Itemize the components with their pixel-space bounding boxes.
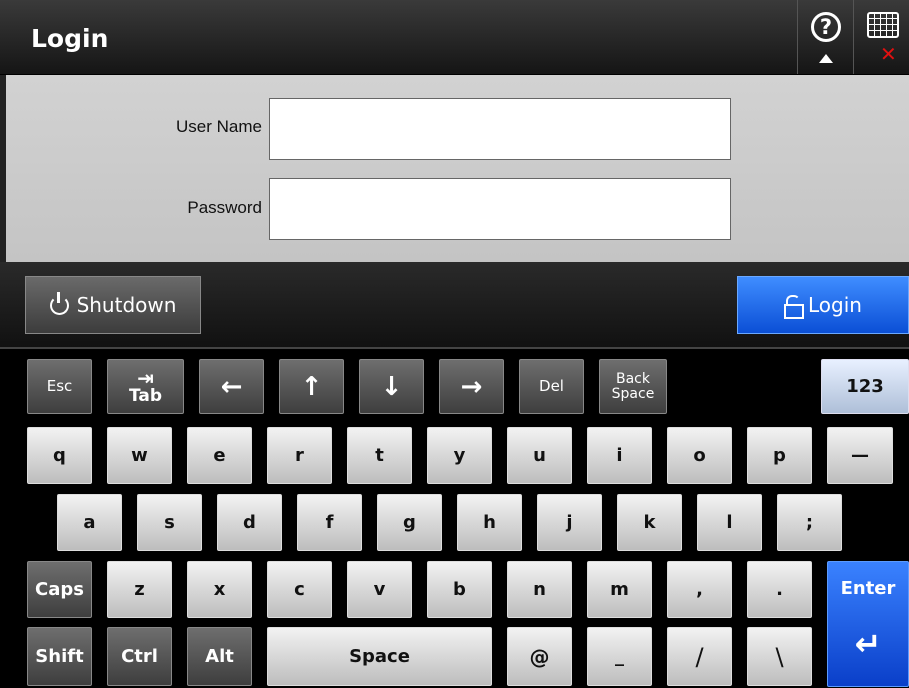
power-icon <box>49 291 69 315</box>
key-letter[interactable]: v <box>347 561 412 618</box>
login-button[interactable]: Login <box>737 276 909 334</box>
key-letter[interactable]: n <box>507 561 572 618</box>
key-underscore[interactable]: _ <box>587 627 652 686</box>
key-numeric-mode[interactable]: 123 <box>821 359 909 414</box>
key-letter[interactable]: h <box>457 494 522 551</box>
key-letter[interactable]: w <box>107 427 172 484</box>
unlock-icon <box>784 295 805 319</box>
key-at[interactable]: @ <box>507 627 572 686</box>
keyboard-icon <box>867 12 899 38</box>
title-bar: Login ? ✕ <box>0 0 909 75</box>
key-caps-lock[interactable]: Caps <box>27 561 92 618</box>
password-input[interactable] <box>269 178 731 240</box>
key-letter[interactable]: b <box>427 561 492 618</box>
key-dash[interactable]: — <box>827 427 893 484</box>
key-letter[interactable]: x <box>187 561 252 618</box>
help-icon: ? <box>811 12 841 42</box>
key-arrow-right[interactable]: → <box>439 359 504 414</box>
key-letter[interactable]: r <box>267 427 332 484</box>
key-letter[interactable]: m <box>587 561 652 618</box>
key-enter[interactable]: Enter ↵ <box>827 561 909 687</box>
key-delete[interactable]: Del <box>519 359 584 414</box>
key-slash[interactable]: / <box>667 627 732 686</box>
key-letter[interactable]: p <box>747 427 812 484</box>
key-alt[interactable]: Alt <box>187 627 252 686</box>
key-esc[interactable]: Esc <box>27 359 92 414</box>
key-letter[interactable]: k <box>617 494 682 551</box>
key-shift[interactable]: Shift <box>27 627 92 686</box>
return-arrow-icon: ↵ <box>854 625 882 663</box>
key-backspace[interactable]: Back Space <box>599 359 667 414</box>
key-arrow-up[interactable]: ↑ <box>279 359 344 414</box>
key-letter[interactable]: e <box>187 427 252 484</box>
key-arrow-down[interactable]: ↓ <box>359 359 424 414</box>
key-letter[interactable]: q <box>27 427 92 484</box>
keyboard-toggle-button[interactable]: ✕ <box>853 0 909 74</box>
key-tab[interactable]: ⇥ Tab <box>107 359 184 414</box>
key-letter[interactable]: a <box>57 494 122 551</box>
login-label: Login <box>808 293 862 317</box>
username-input[interactable] <box>269 98 731 160</box>
username-label: User Name <box>176 117 262 136</box>
help-button[interactable]: ? <box>797 0 853 74</box>
key-backspace-line2: Space <box>611 385 655 402</box>
key-letter[interactable]: d <box>217 494 282 551</box>
key-tab-label: Tab <box>128 386 163 406</box>
action-bar: Shutdown Login <box>0 262 909 347</box>
key-letter[interactable]: c <box>267 561 332 618</box>
key-letter[interactable]: l <box>697 494 762 551</box>
key-letter[interactable]: z <box>107 561 172 618</box>
key-letter[interactable]: i <box>587 427 652 484</box>
key-backspace-line1: Back <box>616 370 650 387</box>
password-label: Password <box>187 198 262 217</box>
shutdown-label: Shutdown <box>76 293 177 317</box>
key-period[interactable]: . <box>747 561 812 618</box>
key-comma[interactable]: , <box>667 561 732 618</box>
key-ctrl[interactable]: Ctrl <box>107 627 172 686</box>
page-title: Login <box>31 24 109 53</box>
key-arrow-left[interactable]: ← <box>199 359 264 414</box>
key-letter[interactable]: o <box>667 427 732 484</box>
expand-up-icon <box>819 54 833 63</box>
key-semicolon[interactable]: ; <box>777 494 842 551</box>
key-space[interactable]: Space <box>267 627 492 686</box>
on-screen-keyboard: Esc ⇥ Tab ← ↑ ↓ → Del Back Space 123 q w… <box>0 347 909 688</box>
login-form: User Name Password <box>0 75 909 262</box>
tab-arrow-icon: ⇥ <box>137 366 154 390</box>
close-x-icon: ✕ <box>880 42 897 66</box>
key-letter[interactable]: s <box>137 494 202 551</box>
key-letter[interactable]: j <box>537 494 602 551</box>
key-backslash[interactable]: \ <box>747 627 812 686</box>
key-enter-label: Enter <box>840 578 896 599</box>
key-letter[interactable]: f <box>297 494 362 551</box>
shutdown-button[interactable]: Shutdown <box>25 276 201 334</box>
key-letter[interactable]: u <box>507 427 572 484</box>
key-letter[interactable]: y <box>427 427 492 484</box>
key-letter[interactable]: g <box>377 494 442 551</box>
key-letter[interactable]: t <box>347 427 412 484</box>
